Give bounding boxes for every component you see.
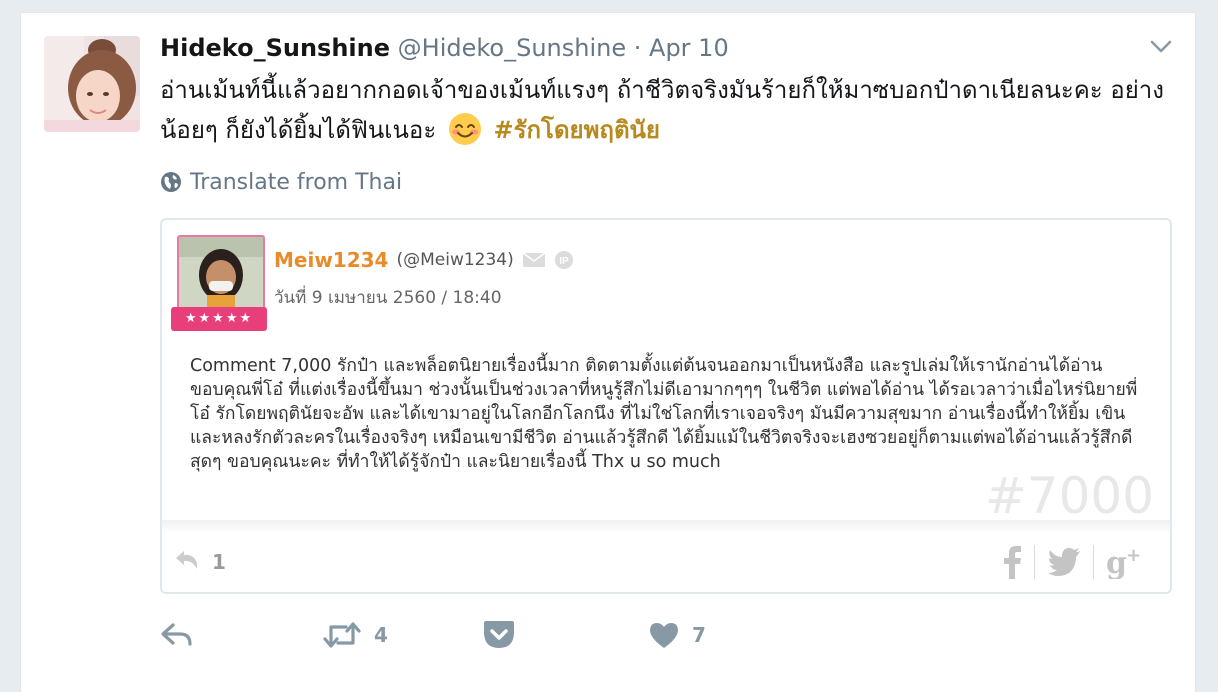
embedded-comment-card[interactable]: ★★★★★ Meiw1234 (@Meiw1234) IP วันที่ 9 เ… xyxy=(160,218,1172,594)
chevron-down-icon[interactable] xyxy=(1150,40,1172,54)
svg-text:IP: IP xyxy=(559,256,569,267)
comment-body: Comment 7,000 รักป๋า และพล็อตนิยายเรื่อง… xyxy=(190,356,1138,472)
mail-icon[interactable] xyxy=(522,251,546,269)
facebook-icon[interactable] xyxy=(1002,545,1022,579)
like-count: 7 xyxy=(692,623,706,647)
comment-date: วันที่ 9 เมษายน 2560 / 18:40 xyxy=(274,288,502,308)
svg-text:g: g xyxy=(1106,546,1127,579)
smiling-face-icon xyxy=(448,112,482,146)
display-name[interactable]: Hideko_Sunshine xyxy=(160,34,390,62)
tweet-text: อ่านเม้นท์นี้แล้วอยากกอดเจ้าของเม้นท์แรง… xyxy=(160,70,1180,150)
commenter-header: Meiw1234 (@Meiw1234) IP xyxy=(274,246,574,274)
footer-divider xyxy=(162,520,1170,534)
hashtag-link[interactable]: #รักโดยพฤตินัย xyxy=(494,116,660,144)
retweet-count: 4 xyxy=(374,623,388,647)
like-button[interactable]: 7 xyxy=(648,620,706,650)
ip-icon: IP xyxy=(554,250,574,270)
reply-icon xyxy=(160,622,194,648)
twitter-icon[interactable] xyxy=(1047,547,1081,577)
save-button[interactable] xyxy=(482,620,516,650)
share-separator xyxy=(1093,545,1094,579)
google-plus-icon[interactable]: g + xyxy=(1106,545,1142,579)
comment-number-watermark: #7000 xyxy=(984,467,1154,525)
tweet-date[interactable]: Apr 10 xyxy=(649,34,729,62)
handle[interactable]: @Hideko_Sunshine xyxy=(398,34,626,62)
separator: · xyxy=(633,34,642,62)
share-separator xyxy=(1034,545,1035,579)
reply-button[interactable] xyxy=(160,620,194,650)
comment-reply-count[interactable]: 1 xyxy=(174,548,226,576)
commenter-username[interactable]: Meiw1234 xyxy=(274,248,388,272)
tweet-body: อ่านเม้นท์นี้แล้วอยากกอดเจ้าของเม้นท์แรง… xyxy=(160,76,1164,144)
heart-icon xyxy=(648,621,680,649)
globe-icon xyxy=(160,171,182,193)
reply-count: 1 xyxy=(212,550,226,574)
share-buttons: g + xyxy=(1002,542,1142,582)
rating-stars: ★★★★★ xyxy=(171,307,267,331)
translate-label[interactable]: Translate from Thai xyxy=(190,170,402,195)
translate-link[interactable]: Translate from Thai xyxy=(160,168,402,196)
svg-text:+: + xyxy=(1126,545,1141,566)
commenter-avatar xyxy=(177,235,265,311)
retweet-icon xyxy=(322,621,362,649)
retweet-button[interactable]: 4 xyxy=(322,620,388,650)
user-avatar[interactable] xyxy=(44,36,140,132)
reply-arrow-icon xyxy=(174,551,200,573)
commenter-handle[interactable]: (@Meiw1234) xyxy=(396,250,513,270)
pocket-icon xyxy=(482,620,516,650)
tweet-header: Hideko_Sunshine @Hideko_Sunshine · Apr 1… xyxy=(160,32,729,64)
